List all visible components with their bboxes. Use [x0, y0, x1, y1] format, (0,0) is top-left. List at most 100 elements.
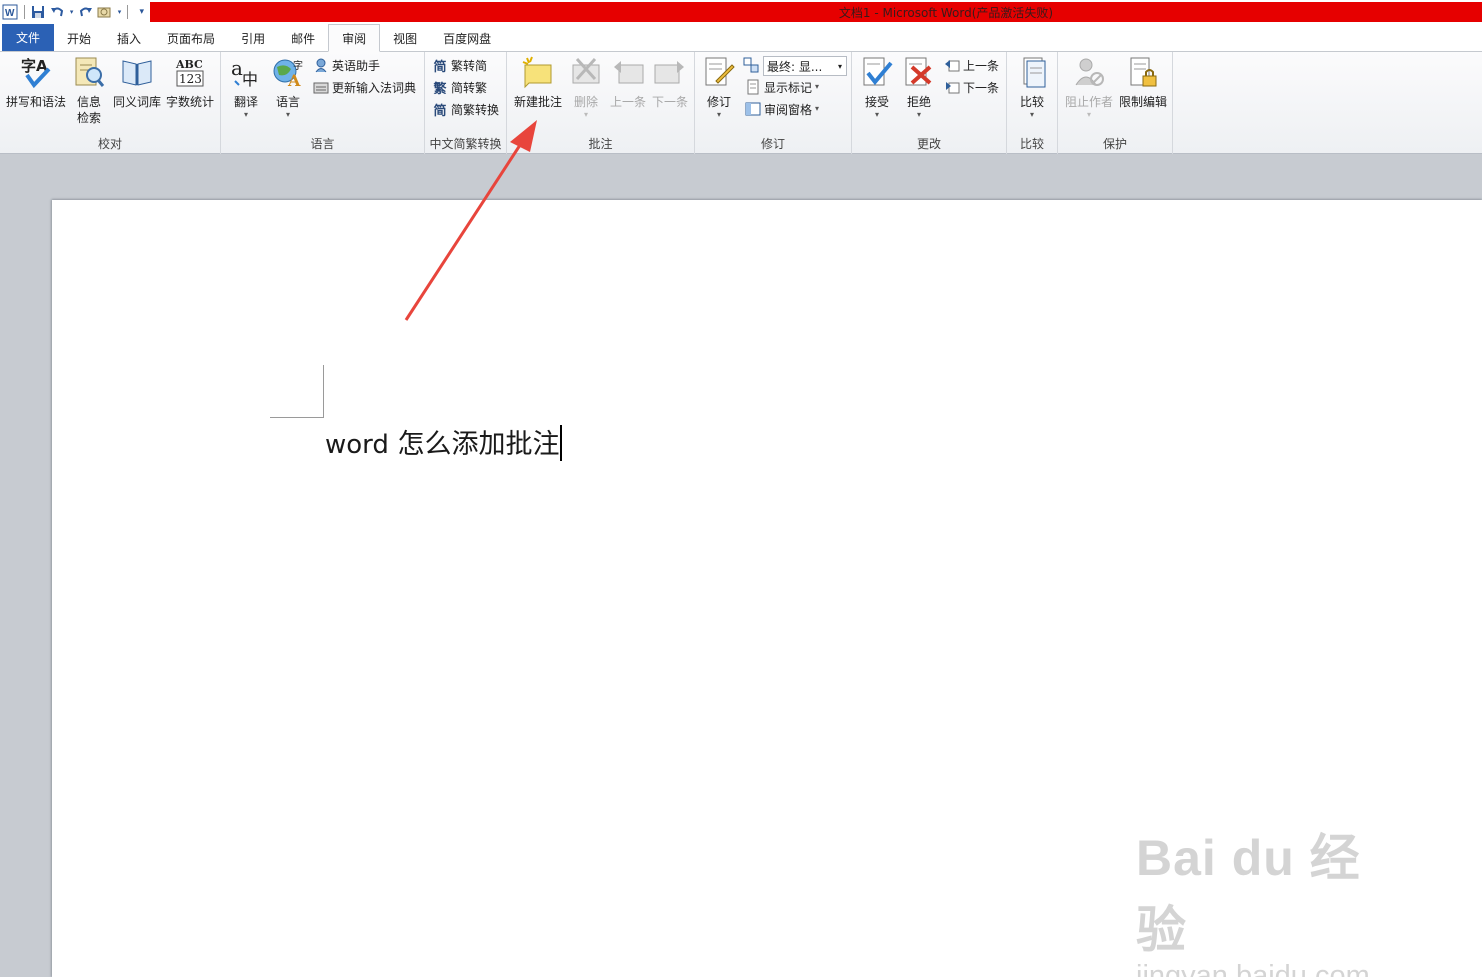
block-authors-button[interactable]: 阻止作者 ▾	[1062, 54, 1116, 120]
next-change-button[interactable]: 下一条	[944, 77, 999, 97]
undo-icon[interactable]	[49, 4, 66, 21]
language-globe-icon: A字	[270, 54, 306, 90]
svg-text:123: 123	[179, 72, 202, 86]
update-ime-label: 更新输入法词典	[332, 80, 417, 95]
customize-dropdown-icon[interactable]: ▾	[117, 4, 123, 21]
delete-dropdown-icon[interactable]: ▾	[584, 110, 588, 120]
tab-file[interactable]: 文件	[2, 24, 55, 51]
spelling-grammar-button[interactable]: 字A 拼写和语法	[5, 54, 67, 110]
previous-comment-button[interactable]: 上一条	[607, 54, 649, 110]
ime-dictionary-icon	[313, 79, 329, 95]
previous-comment-icon	[610, 54, 646, 90]
reviewing-pane-button[interactable]: 审阅窗格 ▾	[745, 99, 819, 119]
previous-change-label: 上一条	[963, 58, 1000, 73]
word-app-icon[interactable]: W	[2, 4, 19, 21]
group-label-comments: 批注	[588, 137, 613, 151]
group-label-protect: 保护	[1102, 137, 1127, 151]
show-markup-button[interactable]: 显示标记 ▾	[745, 77, 819, 97]
restrict-editing-icon	[1125, 54, 1161, 90]
translate-button[interactable]: a中 翻译 ▾	[227, 54, 265, 120]
crop-mark-vertical	[323, 365, 324, 418]
undo-dropdown-icon[interactable]: ▾	[69, 4, 75, 21]
reject-dropdown-icon[interactable]: ▾	[917, 110, 921, 120]
compare-label: 比较	[1019, 95, 1044, 109]
show-markup-icon	[745, 79, 761, 95]
next-change-icon	[944, 79, 960, 95]
block-authors-dropdown-icon[interactable]: ▾	[1087, 110, 1091, 120]
restrict-editing-button[interactable]: 限制编辑	[1116, 54, 1170, 110]
chinese-conversion-button[interactable]: 简 简繁转换	[432, 99, 499, 119]
ribbon: 字A 拼写和语法 信息 检索 同义词库 ABC 123 字数统计 校对 a 中 …	[0, 52, 1482, 154]
spelling-label: 拼写和语法	[5, 95, 66, 109]
tab-mailings[interactable]: 邮件	[278, 25, 328, 51]
group-comments: 新建批注 删除 ▾ 上一条 下一条 批注	[507, 52, 695, 154]
simp-to-trad-label: 简转繁	[451, 80, 488, 95]
group-label-proofing: 校对	[97, 137, 122, 151]
simp-to-trad-button[interactable]: 繁 简转繁	[432, 77, 487, 97]
group-label-compare: 比较	[1019, 137, 1044, 151]
accept-button[interactable]: 接受 ▾	[858, 54, 896, 120]
tab-review[interactable]: 审阅	[328, 24, 381, 52]
block-authors-icon	[1071, 54, 1107, 90]
svg-text:ABC: ABC	[175, 58, 203, 71]
thesaurus-book-icon	[119, 54, 155, 90]
tab-baidu-netdisk[interactable]: 百度网盘	[430, 25, 504, 51]
translate-icon: a中	[228, 54, 264, 90]
new-comment-icon	[520, 54, 556, 90]
window-title-bar: 文档1 - Microsoft Word(产品激活失败)	[150, 2, 1482, 22]
tab-insert[interactable]: 插入	[104, 25, 154, 51]
tab-references[interactable]: 引用	[228, 25, 278, 51]
tab-page-layout[interactable]: 页面布局	[154, 25, 228, 51]
compare-dropdown-icon[interactable]: ▾	[1030, 110, 1034, 120]
trad-to-simp-button[interactable]: 简 繁转简	[432, 55, 487, 75]
customize-qat-icon[interactable]: ▾	[133, 4, 150, 21]
crop-mark-horizontal	[270, 417, 324, 418]
translate-label: 翻译	[233, 95, 258, 109]
new-comment-label: 新建批注	[513, 95, 562, 109]
previous-change-icon	[944, 57, 960, 73]
previous-change-button[interactable]: 上一条	[944, 55, 999, 75]
new-comment-button[interactable]: 新建批注	[511, 54, 565, 110]
accept-dropdown-icon[interactable]: ▾	[875, 110, 879, 120]
ribbon-tabs: 文件 开始 插入 页面布局 引用 邮件 审阅 视图 百度网盘	[0, 24, 1482, 52]
group-label-chinese-conversion: 中文简繁转换	[429, 137, 502, 151]
quick-access-toolbar: W ▾ ▾ ▾	[0, 0, 150, 24]
translate-dropdown-icon[interactable]: ▾	[244, 110, 248, 120]
text-cursor	[559, 425, 562, 461]
tab-home[interactable]: 开始	[54, 25, 104, 51]
tab-view[interactable]: 视图	[380, 25, 430, 51]
reject-button[interactable]: 拒绝 ▾	[900, 54, 938, 120]
language-button[interactable]: A字 语言 ▾	[269, 54, 307, 120]
redo-icon[interactable]	[78, 4, 95, 21]
compare-button[interactable]: 比较 ▾	[1014, 54, 1050, 120]
show-markup-label: 显示标记	[764, 80, 813, 95]
research-button[interactable]: 信息 检索	[71, 54, 107, 126]
display-for-review-dropdown[interactable]: 最终: 显... ▾	[763, 56, 847, 76]
track-changes-dropdown-icon[interactable]: ▾	[717, 110, 721, 120]
next-comment-button[interactable]: 下一条	[649, 54, 691, 110]
word-count-button[interactable]: ABC 123 字数统计	[165, 54, 215, 110]
reviewing-pane-dropdown-icon: ▾	[815, 104, 820, 113]
trad-to-simp-icon: 简	[433, 59, 447, 75]
language-dropdown-icon[interactable]: ▾	[286, 110, 290, 120]
chinese-conversion-label: 简繁转换	[451, 102, 500, 117]
delete-comment-button[interactable]: 删除 ▾	[567, 54, 605, 120]
update-ime-dictionary-button[interactable]: 更新输入法词典	[313, 77, 416, 97]
english-assistant-button[interactable]: 英语助手	[313, 55, 380, 75]
group-label-tracking: 修订	[760, 137, 785, 151]
svg-text:W: W	[5, 8, 15, 19]
save-icon[interactable]	[30, 4, 47, 21]
svg-text:中: 中	[242, 70, 258, 89]
accept-label: 接受	[864, 95, 889, 109]
reject-icon	[901, 54, 937, 90]
customize-icon[interactable]	[97, 4, 114, 21]
group-compare: 比较 ▾ 比较	[1007, 52, 1058, 154]
reviewing-pane-icon	[745, 101, 761, 117]
track-changes-button[interactable]: 修订 ▾	[701, 54, 737, 120]
document-text[interactable]: word 怎么添加批注	[325, 422, 562, 461]
thesaurus-button[interactable]: 同义词库	[112, 54, 162, 110]
group-changes: 接受 ▾ 拒绝 ▾ 上一条 下一条 更改	[852, 52, 1007, 154]
chinese-conversion-icon: 简	[433, 103, 447, 119]
chevron-down-icon: ▾	[837, 61, 842, 71]
group-proofing: 字A 拼写和语法 信息 检索 同义词库 ABC 123 字数统计 校对	[0, 52, 221, 154]
